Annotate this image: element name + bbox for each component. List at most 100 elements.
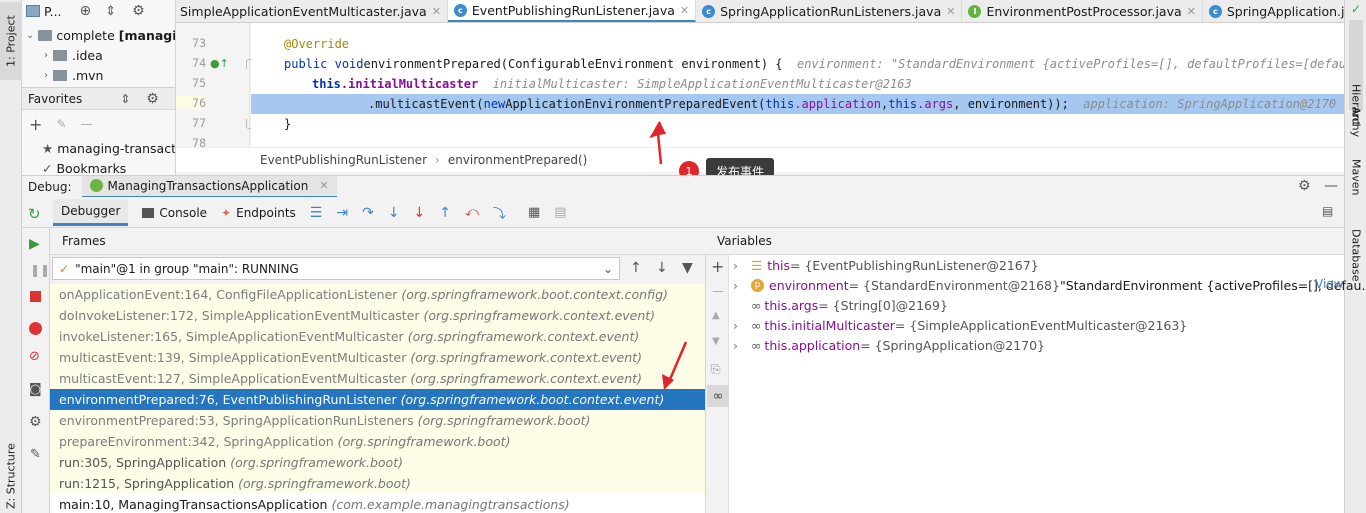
tree-item-label: .idea [72,47,103,63]
add-watch-icon[interactable]: + [711,257,724,276]
frames-header: Frames [50,228,705,255]
line-number: 74 [192,56,206,70]
settings-icon[interactable]: ⚙ [29,414,42,430]
frame-row[interactable]: run:305, SpringApplication (org.springfra… [50,452,705,473]
code-editor[interactable]: @Override public void environmentPrepare… [251,23,1344,147]
favorites-item[interactable]: ★ managing-transactio [42,138,176,158]
collapse-icon[interactable]: ⇕ [120,92,130,106]
remove-watch-icon[interactable]: — [712,284,724,298]
frame-row[interactable]: doInvokeListener:172, SimpleApplicationE… [50,305,705,326]
gear-icon[interactable]: ⚙ [1298,178,1311,194]
variable-row-application[interactable]: › ∞ this.application = {SpringApplicatio… [733,335,1045,355]
gear-icon[interactable]: ⚙ [146,91,159,107]
thread-dropdown[interactable]: ✓ "main"@1 in group "main": RUNNING ⌄ [52,257,620,280]
console-icon [142,207,155,218]
trace-icon[interactable]: ▤ [554,205,566,220]
frame-method: environmentPrepared:76, EventPublishingR… [59,392,397,407]
copy-icon[interactable]: ⎘ [711,362,721,377]
step-into-icon[interactable]: ↓ [388,205,400,221]
maven-tool-tab[interactable]: Maven [1345,150,1366,204]
filter-icon[interactable]: ▼ [682,260,693,276]
add-icon[interactable]: + [29,115,42,134]
frame-row[interactable]: multicastEvent:139, SimpleApplicationEve… [50,347,705,368]
stop-icon[interactable] [30,291,41,302]
minimize-icon[interactable]: — [1324,178,1338,194]
mute-breakpoints-icon[interactable]: ⊘ [29,349,40,364]
pin-icon[interactable]: ✎ [30,447,41,462]
breadcrumb-item-method[interactable]: environmentPrepared() [448,153,588,167]
resume-icon[interactable]: ▶ [29,236,40,252]
database-tab-label: Database [1349,228,1363,282]
edit-icon[interactable]: ✎ [56,117,66,131]
variable-row-initial-multicaster[interactable]: › ∞ this.initialMulticaster = {SimpleApp… [733,315,1187,335]
favorites-item-label: managing-transactio [57,140,176,156]
field-name: .application [794,97,881,111]
tree-item-mvn[interactable]: › .mvn [44,65,103,85]
close-icon[interactable]: ✕ [680,4,689,17]
tab-spring-application[interactable]: c SpringApplication.java ✕ [1203,0,1344,22]
frame-row[interactable]: main:10, ManagingTransactionsApplication… [50,494,705,513]
view-breakpoints-icon[interactable] [29,322,42,335]
favorites-header: Favorites ⇕ ⚙ [22,87,175,110]
show-watches-icon[interactable]: ∞ [707,385,729,407]
move-down-icon[interactable]: ▼ [712,336,720,347]
inspection-ok-icon[interactable]: ✓ [1351,2,1361,16]
frame-row[interactable]: multicastEvent:127, SimpleApplicationEve… [50,368,705,389]
force-step-into-icon[interactable]: ↓ [414,205,426,221]
variable-row-environment[interactable]: › p environment = {StandardEnvironment@2… [733,275,1366,295]
run-to-cursor-icon[interactable]: ⤵ [493,203,506,222]
step-over-icon[interactable]: ↷ [362,205,374,221]
tree-item-module: [managing [118,27,175,43]
tab-spring-application-run-listeners[interactable]: c SpringApplicationRunListeners.java ✕ [696,0,963,22]
tree-item-idea[interactable]: › .idea [44,45,103,65]
collapse-icon[interactable]: ⇕ [105,4,116,19]
tab-endpoints[interactable]: ✦ Endpoints [221,206,296,220]
move-up-icon[interactable]: ▲ [712,310,720,321]
structure-tool-tab[interactable]: Z: Structure [0,440,22,513]
tab-event-publishing-run-listener[interactable]: c EventPublishingRunListener.java ✕ [447,0,697,22]
view-link[interactable]: View [1315,277,1343,291]
evaluate-icon[interactable]: ▦ [528,205,540,220]
layout-icon[interactable]: ▤ [1322,204,1333,218]
ant-tab-label: Ant [1349,106,1363,126]
tab-environment-post-processor[interactable]: I EnvironmentPostProcessor.java ✕ [962,0,1203,22]
tree-item-complete[interactable]: ⌄ complete [managing [26,25,175,45]
close-icon[interactable]: ✕ [1187,5,1196,18]
close-icon[interactable]: ✕ [946,5,955,18]
variable-row-args[interactable]: ∞ this.args = {String[0]@2169} [751,295,948,315]
tab-debugger[interactable]: Debugger [53,199,129,226]
close-icon[interactable]: ✕ [432,5,441,18]
debug-session-tab[interactable]: ManagingTransactionsApplication ✕ [81,175,337,198]
override-marker-icon[interactable]: ●↑ [210,57,229,70]
variable-row-this[interactable]: › ☰ this = {EventPublishingRunListener@2… [733,255,1039,275]
tab-console[interactable]: Console [142,206,207,220]
frame-down-icon[interactable]: ↓ [656,260,668,276]
pause-icon[interactable]: ❚❚ [30,263,50,277]
menu-icon[interactable]: ☰ [310,205,323,221]
frame-row-selected[interactable]: environmentPrepared:76, EventPublishingR… [50,389,705,410]
frame-package: (org.springframework.context.event) [423,308,656,323]
frame-up-icon[interactable]: ↑ [630,260,642,276]
step-out-icon[interactable]: ↑ [439,205,451,221]
close-icon[interactable]: ✕ [319,179,328,192]
breadcrumb-item-class[interactable]: EventPublishingRunListener [260,153,427,167]
show-execution-point-icon[interactable]: ⇥ [336,205,348,221]
keyword: public [284,57,328,71]
frame-row[interactable]: invokeListener:165, SimpleApplicationEve… [50,326,705,347]
locate-icon[interactable]: ⊕ [80,3,92,19]
tab-simple-application-event-multicaster[interactable]: SimpleApplicationEventMulticaster.java ✕ [176,0,448,22]
frame-row[interactable]: prepareEnvironment:342, SpringApplicatio… [50,431,705,452]
rerun-icon[interactable]: ↻ [28,205,41,223]
drop-frame-icon[interactable]: ⤺ [465,205,479,220]
project-view-selector[interactable]: P... [44,4,62,19]
project-tool-tab[interactable]: 1: Project [0,2,22,80]
gear-icon[interactable]: ⚙ [132,3,145,19]
frame-row[interactable]: onApplicationEvent:164, ConfigFileApplic… [50,284,705,305]
ant-tool-tab[interactable]: Ant [1345,96,1366,136]
frame-row[interactable]: environmentPrepared:53, SpringApplicatio… [50,410,705,431]
remove-icon[interactable]: — [80,117,92,131]
code-line-77: } [284,114,291,134]
camera-icon[interactable]: ◙ [29,382,42,397]
frame-row[interactable]: run:1215, SpringApplication (org.springfr… [50,473,705,494]
project-panel-header[interactable]: P... ⊕ ⇕ ⚙ [26,1,145,21]
